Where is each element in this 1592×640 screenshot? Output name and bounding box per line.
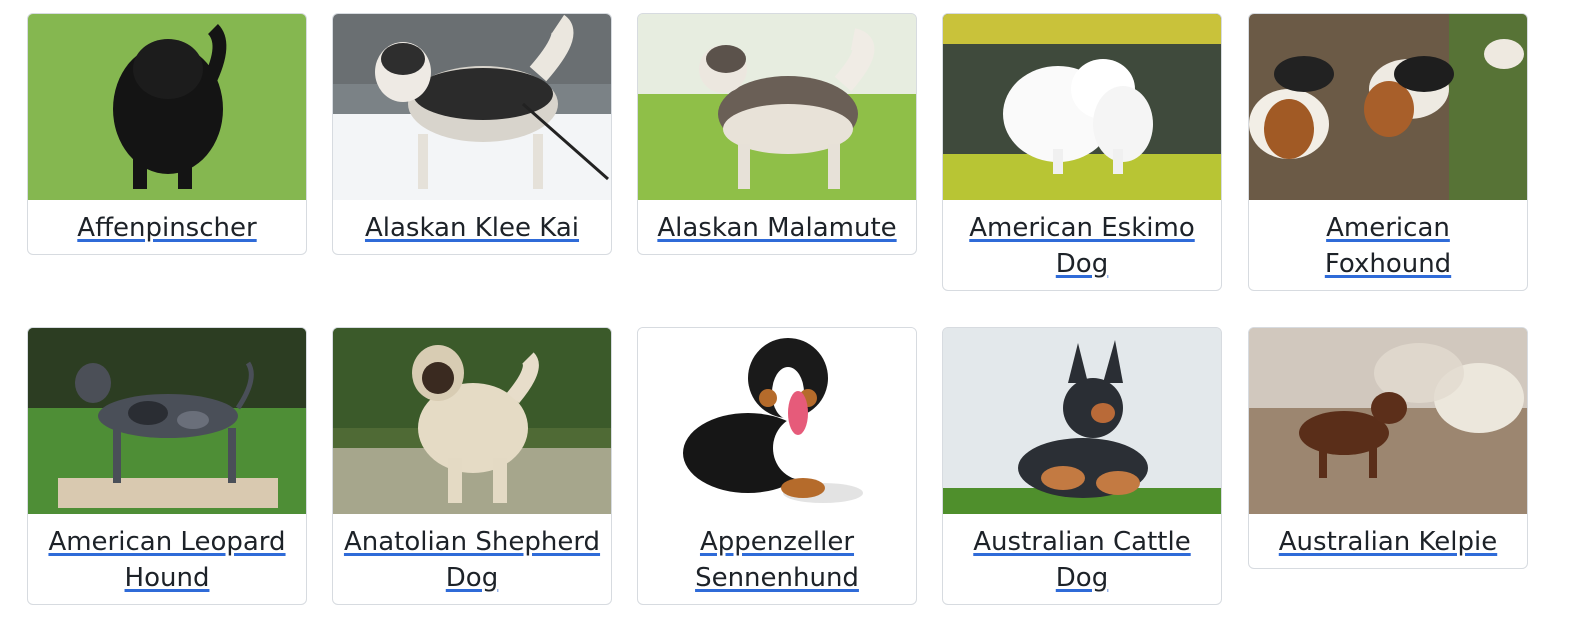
breed-photo[interactable] xyxy=(638,328,916,514)
breed-card-american-leopard-hound[interactable]: American Leopard Hound xyxy=(27,327,307,605)
breed-photo[interactable] xyxy=(943,328,1221,514)
breed-photo[interactable] xyxy=(1249,328,1527,514)
breed-link[interactable]: Alaskan Malamute xyxy=(657,213,896,243)
breed-photo[interactable] xyxy=(333,14,611,200)
breed-link[interactable]: American Leopard Hound xyxy=(48,527,285,593)
breed-photo[interactable] xyxy=(943,14,1221,200)
breed-link[interactable]: Affenpinscher xyxy=(77,213,256,243)
breed-card-affenpinscher[interactable]: Affenpinscher xyxy=(27,13,307,255)
breed-link[interactable]: Australian Cattle Dog xyxy=(973,527,1190,593)
breed-link[interactable]: Australian Kelpie xyxy=(1279,527,1497,557)
breed-photo[interactable] xyxy=(638,14,916,200)
breed-link[interactable]: American Foxhound xyxy=(1325,213,1451,279)
breed-photo[interactable] xyxy=(1249,14,1527,200)
breed-link[interactable]: American Eskimo Dog xyxy=(969,213,1194,279)
breed-card-american-foxhound[interactable]: American Foxhound xyxy=(1248,13,1528,291)
breed-card-alaskan-malamute[interactable]: Alaskan Malamute xyxy=(637,13,917,255)
breed-link[interactable]: Alaskan Klee Kai xyxy=(365,213,579,243)
breed-card-american-eskimo-dog[interactable]: American Eskimo Dog xyxy=(942,13,1222,291)
breed-grid: Affenpinscher Alaskan Klee Kai Alaskan M… xyxy=(0,0,1592,640)
breed-photo[interactable] xyxy=(28,14,306,200)
breed-card-anatolian-shepherd-dog[interactable]: Anatolian Shepherd Dog xyxy=(332,327,612,605)
breed-photo[interactable] xyxy=(333,328,611,514)
breed-card-australian-kelpie[interactable]: Australian Kelpie xyxy=(1248,327,1528,569)
breed-link[interactable]: Anatolian Shepherd Dog xyxy=(344,527,600,593)
breed-card-appenzeller-sennenhund[interactable]: Appenzeller Sennenhund xyxy=(637,327,917,605)
breed-card-alaskan-klee-kai[interactable]: Alaskan Klee Kai xyxy=(332,13,612,255)
breed-card-australian-cattle-dog[interactable]: Australian Cattle Dog xyxy=(942,327,1222,605)
breed-photo[interactable] xyxy=(28,328,306,514)
breed-link[interactable]: Appenzeller Sennenhund xyxy=(695,527,859,593)
